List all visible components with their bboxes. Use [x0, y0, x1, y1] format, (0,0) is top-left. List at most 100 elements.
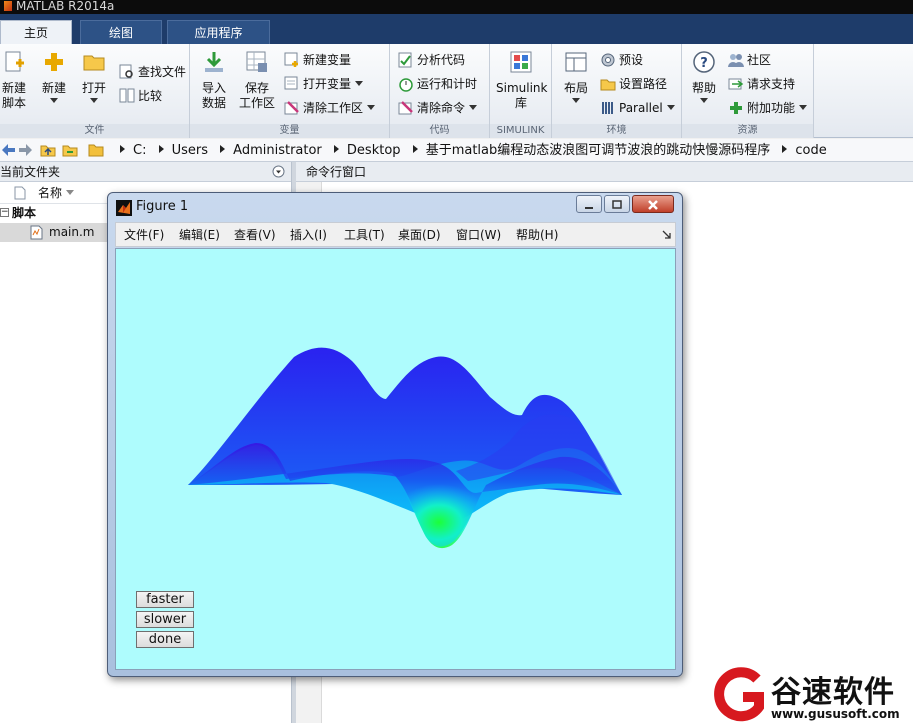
breadcrumb-item[interactable]: Desktop [347, 143, 401, 158]
breadcrumb-item[interactable]: C: [133, 143, 146, 158]
gear-icon [601, 53, 615, 67]
menu-desktop[interactable]: 桌面(D) [398, 223, 441, 248]
set-path-button[interactable]: 设置路径 [600, 74, 667, 94]
import-arrow-icon [205, 52, 223, 72]
open-button[interactable]: 打开 [74, 50, 114, 103]
tab-apps[interactable]: 应用程序 [167, 20, 270, 44]
figure-title: Figure 1 [136, 199, 189, 214]
analyze-code-label: 分析代码 [417, 53, 466, 67]
open-variable-label: 打开变量 [303, 77, 352, 91]
watermark-name: 谷速软件 [771, 675, 895, 710]
run-and-time-label: 运行和计时 [417, 77, 478, 91]
menu-file[interactable]: 文件(F) [124, 223, 164, 248]
name-column-header[interactable]: 名称 [38, 182, 62, 204]
breadcrumb-separator-icon [220, 145, 226, 153]
find-files-label: 查找文件 [138, 65, 187, 79]
tab-plots[interactable]: 绘图 [80, 20, 162, 44]
maximize-button[interactable] [604, 195, 630, 213]
simulink-library-icon [510, 51, 532, 73]
save-workspace-button[interactable]: 保存 工作区 [236, 50, 278, 111]
tab-home[interactable]: 主页 [0, 20, 72, 44]
analyze-code-button[interactable]: 分析代码 [398, 50, 465, 70]
new-button[interactable]: 新建 [34, 50, 74, 103]
community-icon [728, 54, 744, 67]
help-dropdown-icon [700, 98, 708, 103]
add-ons-dropdown-icon [799, 105, 808, 110]
faster-button[interactable]: faster [136, 591, 194, 608]
figure-titlebar[interactable]: Figure 1 [108, 193, 682, 221]
breadcrumb-item[interactable]: 基于matlab编程动态波浪图可调节波浪的跳动快慢源码程序 [426, 143, 771, 158]
breadcrumb-item[interactable]: Users [172, 143, 208, 158]
import-label-1: 导入 [201, 81, 226, 95]
watermark: 谷速软件 www.gususoft.com [713, 667, 913, 723]
community-label: 社区 [747, 53, 772, 67]
menu-view[interactable]: 查看(V) [234, 223, 276, 248]
forward-arrow-icon[interactable] [18, 142, 34, 158]
matlab-logo-icon [4, 1, 12, 11]
set-path-icon [600, 79, 616, 91]
find-files-button[interactable]: 查找文件 [119, 62, 186, 82]
new-variable-label: 新建变量 [303, 53, 352, 67]
clear-commands-dropdown-icon [469, 105, 478, 110]
menu-edit[interactable]: 编辑(E) [179, 223, 220, 248]
dock-arrow-icon[interactable] [662, 230, 672, 240]
folder-icon [88, 144, 104, 157]
preferences-button[interactable]: 预设 [600, 50, 643, 70]
menu-tools[interactable]: 工具(T) [344, 223, 385, 248]
browse-folder-icon[interactable] [62, 142, 78, 158]
breadcrumb-separator-icon [333, 145, 339, 153]
group-simulink-label: SIMULINK [490, 124, 551, 138]
command-window-title: 命令行窗口 [306, 165, 367, 179]
request-support-button[interactable]: 请求支持 [728, 74, 795, 94]
ribbon-tabbar: 主页 绘图 应用程序 [0, 14, 913, 44]
layout-dropdown-icon [572, 98, 580, 103]
done-button[interactable]: done [136, 631, 194, 648]
slower-button[interactable]: slower [136, 611, 194, 628]
simulink-label-2: 库 [514, 96, 527, 110]
matlab-logo-icon [116, 200, 132, 216]
community-button[interactable]: 社区 [728, 50, 771, 70]
menu-help[interactable]: 帮助(H) [516, 223, 558, 248]
breadcrumb-separator-icon [120, 145, 125, 153]
file-name: main.m [49, 225, 95, 239]
breadcrumb-item[interactable]: Administrator [233, 143, 322, 158]
layout-button[interactable]: 布局 [556, 50, 596, 103]
window-title: MATLAB R2014a [16, 0, 115, 13]
clear-commands-button[interactable]: 清除命令 [398, 98, 478, 118]
new-script-label-1: 新建 [1, 81, 26, 95]
group-simulink: Simulink 库 SIMULINK [490, 44, 552, 138]
new-variable-button[interactable]: 新建变量 [284, 50, 351, 70]
window-titlebar: MATLAB R2014a [0, 0, 913, 14]
close-button[interactable] [632, 195, 674, 213]
collapse-icon[interactable]: − [0, 208, 9, 217]
back-arrow-icon[interactable] [0, 142, 16, 158]
save-label-2: 工作区 [238, 96, 275, 110]
current-folder-title: 当前文件夹 [0, 165, 61, 179]
panel-menu-icon[interactable] [272, 165, 285, 178]
group-variable-label: 变量 [190, 124, 389, 138]
compare-button[interactable]: 比较 [119, 86, 162, 106]
help-button[interactable]: ? 帮助 [684, 50, 724, 103]
simulink-library-button[interactable]: Simulink 库 [496, 50, 547, 111]
gususoft-logo-icon [714, 667, 764, 722]
parallel-dropdown-icon [666, 105, 675, 110]
menu-window[interactable]: 窗口(W) [456, 223, 501, 248]
minimize-icon [585, 207, 593, 209]
run-and-time-button[interactable]: 运行和计时 [398, 74, 477, 94]
minimize-button[interactable] [576, 195, 602, 213]
request-support-icon [728, 78, 744, 90]
current-folder-header: 当前文件夹 [0, 162, 291, 182]
up-folder-icon[interactable] [40, 142, 56, 158]
address-bar: C: Users Administrator Desktop 基于matlab编… [0, 139, 913, 162]
clear-workspace-button[interactable]: 清除工作区 [284, 98, 376, 118]
import-data-button[interactable]: 导入 数据 [194, 50, 234, 111]
add-ons-button[interactable]: 附加功能 [728, 98, 808, 118]
plus-icon [45, 53, 63, 71]
open-variable-button[interactable]: 打开变量 [284, 74, 364, 94]
menu-insert[interactable]: 插入(I) [290, 223, 327, 248]
parallel-button[interactable]: Parallel [600, 98, 675, 118]
clear-workspace-dropdown-icon [367, 105, 376, 110]
new-script-button[interactable]: 新建 脚本 [0, 50, 34, 111]
breadcrumb-item[interactable]: code [795, 143, 826, 158]
group-file: 新建 脚本 新建 打开 查找文件 比较 文件 [0, 44, 190, 138]
